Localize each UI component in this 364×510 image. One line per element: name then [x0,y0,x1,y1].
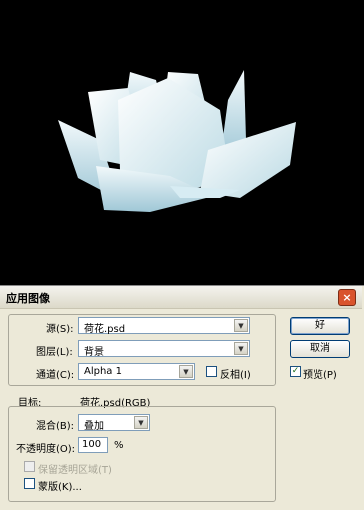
apply-image-dialog: 应用图像 × 源(S): 荷花.psd ▼ 图层(L): 背景 ▼ 通道(C):… [0,285,364,510]
cancel-button[interactable]: 取消 [290,340,350,358]
source-select[interactable]: 荷花.psd ▼ [78,317,250,335]
layer-label: 图层(L): [36,347,73,358]
preserve-transparency-checkbox[interactable] [24,461,35,472]
lotus-image [58,70,296,212]
close-icon[interactable]: × [338,289,356,306]
source-label: 源(S): [46,324,74,335]
channel-select[interactable]: Alpha 1 ▼ [78,363,195,380]
layer-select[interactable]: 背景 ▼ [78,340,250,358]
chevron-down-icon: ▼ [179,365,193,378]
preview-checkbox[interactable]: ✓ [290,366,301,377]
opacity-input[interactable]: 100 [78,437,108,453]
dialog-titlebar[interactable]: 应用图像 × [0,286,362,309]
chevron-down-icon: ▼ [234,319,248,332]
dialog-title: 应用图像 [6,292,50,305]
mask-label[interactable]: 蒙版(K)... [38,478,82,493]
opacity-label: 不透明度(O): [16,444,76,455]
invert-checkbox[interactable] [206,366,217,377]
channel-value: Alpha 1 [84,366,122,377]
mask-checkbox[interactable] [24,478,35,489]
ok-button[interactable]: 好 [290,317,350,335]
blend-select[interactable]: 叠加 ▼ [78,414,150,432]
blend-value: 叠加 [84,421,104,432]
preserve-transparency-label: 保留透明区域(T) [38,465,112,476]
chevron-down-icon: ▼ [234,342,248,355]
source-value: 荷花.psd [84,324,126,335]
channel-label: 通道(C): [36,370,75,381]
preview-label[interactable]: 预览(P) [303,366,337,381]
invert-label[interactable]: 反相(I) [220,366,251,381]
chevron-down-icon: ▼ [134,416,148,429]
opacity-unit: % [114,440,124,451]
blend-label: 混合(B): [36,421,75,432]
layer-value: 背景 [84,347,104,358]
image-canvas [0,0,364,285]
